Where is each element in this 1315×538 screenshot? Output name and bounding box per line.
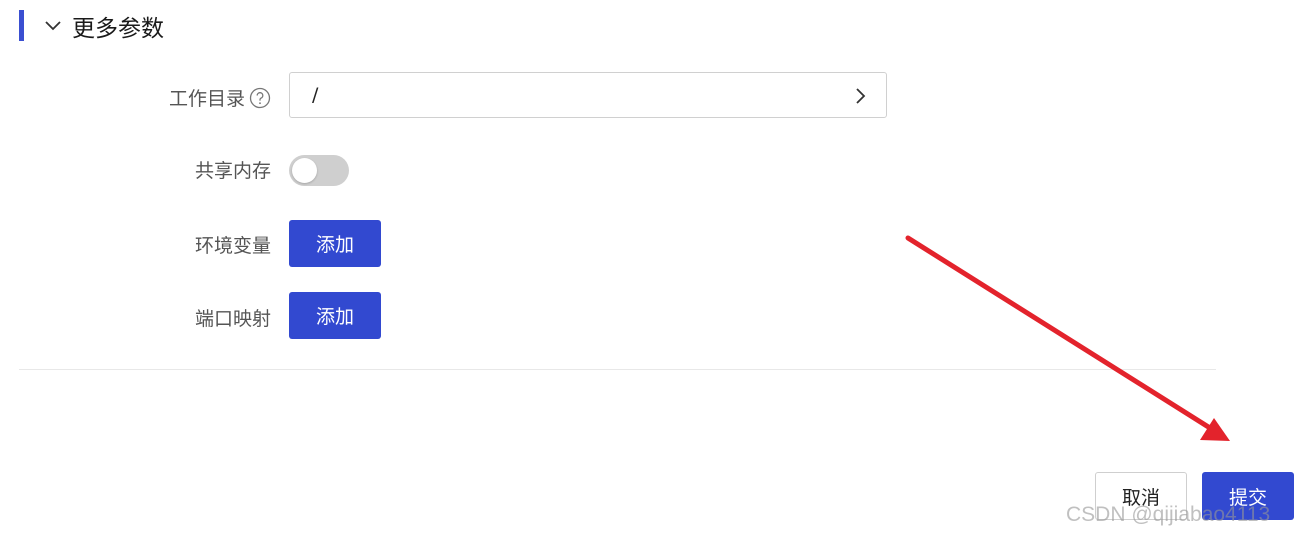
question-circle-icon[interactable] [249, 87, 271, 109]
toggle-knob [292, 158, 317, 183]
section-header-more-params[interactable]: 更多参数 [44, 10, 164, 42]
add-port-mapping-button[interactable]: 添加 [289, 292, 381, 339]
env-vars-label: 环境变量 [194, 235, 271, 257]
working-dir-label-text: 工作目录 [168, 88, 245, 110]
chevron-down-icon[interactable] [44, 20, 62, 32]
chevron-right-icon[interactable] [854, 86, 866, 110]
watermark-text: CSDN @qijiabao4113 [1066, 503, 1271, 526]
shared-memory-toggle[interactable] [289, 155, 349, 186]
shared-memory-label: 共享内存 [194, 160, 271, 182]
section-title: 更多参数 [72, 16, 164, 42]
section-divider [19, 369, 1216, 370]
working-dir-label: 工作目录 [169, 84, 271, 111]
port-mapping-label: 端口映射 [194, 308, 271, 330]
add-env-var-button[interactable]: 添加 [289, 220, 381, 267]
section-accent-bar [19, 10, 24, 41]
working-dir-input[interactable]: / [289, 72, 887, 118]
working-dir-value: / [312, 84, 319, 106]
